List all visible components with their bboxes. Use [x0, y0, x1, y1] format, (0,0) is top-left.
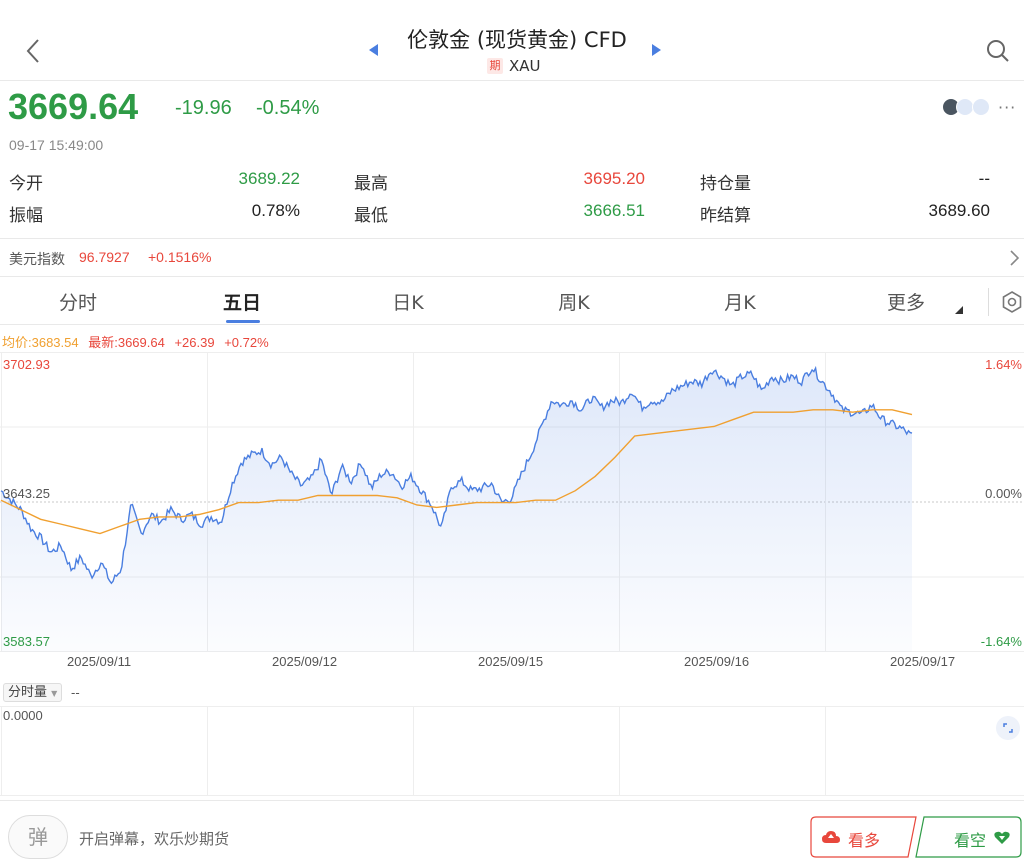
back-button[interactable]	[18, 36, 48, 66]
bearish-button[interactable]: 看空	[914, 816, 1022, 858]
symbol-code: XAU	[509, 57, 541, 75]
amplitude-value: 0.78%	[251, 201, 300, 220]
price-change: -19.96	[175, 97, 232, 119]
pct-axis-mid-label: 0.00%	[985, 486, 1022, 501]
chevron-left-icon	[26, 39, 39, 63]
price-chart[interactable]	[0, 352, 1024, 652]
dollar-index-bar[interactable]: 美元指数 96.7927 +0.1516%	[0, 239, 1024, 276]
search-icon	[987, 40, 1009, 62]
danmaku-toggle-button[interactable]: 弹	[8, 815, 68, 859]
open-interest-value: --	[978, 169, 990, 188]
chart-info-line: 均价:3683.54 最新:3669.64 +26.39 +0.72%	[2, 332, 269, 351]
tab-monthly-k[interactable]: 月K	[690, 288, 790, 315]
avg-price: 均价:3683.54	[2, 335, 79, 350]
date-label: 2025/09/17	[890, 654, 956, 669]
more-dots-icon[interactable]: ···	[998, 98, 1016, 117]
futures-badge: 期	[487, 58, 503, 74]
danmaku-prompt[interactable]: 开启弹幕，欢乐炒期货	[79, 828, 229, 849]
prev-settle-label: 昨结算	[700, 206, 751, 226]
date-label: 2025/09/11	[67, 654, 132, 669]
chart-change: +26.39	[174, 335, 215, 350]
date-label: 2025/09/12	[272, 654, 338, 669]
next-instrument-button[interactable]	[650, 42, 664, 58]
date-label: 2025/09/15	[478, 654, 544, 669]
tab-divider	[988, 288, 989, 316]
tab-daily-k[interactable]: 日K	[358, 288, 458, 315]
pct-axis-top-label: 1.64%	[985, 357, 1022, 372]
danmaku-icon: 弹	[28, 825, 48, 849]
prev-instrument-button[interactable]	[366, 42, 380, 58]
low-value: 3666.51	[583, 201, 645, 220]
bullish-label: 看多	[848, 831, 881, 850]
volume-selector[interactable]: 分时量 ▼	[3, 683, 63, 702]
fullscreen-button[interactable]	[996, 716, 1020, 740]
high-value: 3695.20	[583, 169, 645, 188]
open-interest-label: 持仓量	[700, 174, 751, 194]
bearish-label: 看空	[954, 831, 987, 850]
low-label: 最低	[354, 206, 388, 226]
volume-selector-label: 分时量	[8, 685, 48, 700]
date-label: 2025/09/16	[684, 654, 750, 669]
y-axis-mid-label: 3643.25	[3, 486, 50, 501]
pct-axis-bottom-label: -1.64%	[980, 634, 1022, 649]
amplitude-label: 振幅	[9, 206, 43, 226]
gear-icon	[1002, 291, 1022, 313]
price-change-percent: -0.54%	[256, 97, 320, 119]
expand-icon	[1003, 723, 1013, 733]
high-label: 最高	[354, 174, 388, 194]
chart-change-pct: +0.72%	[224, 335, 269, 350]
tab-five-day[interactable]: 五日	[192, 288, 292, 315]
index-change: +0.1516%	[148, 249, 212, 265]
active-tab-indicator	[226, 320, 260, 323]
heart-down-icon	[994, 831, 1010, 844]
latest-price: 最新:3669.64	[88, 335, 165, 350]
price-area	[1, 368, 912, 652]
open-value: 3689.22	[238, 169, 300, 188]
quote-timestamp: 09-17 15:49:00	[9, 137, 104, 153]
user-avatars[interactable]	[942, 98, 994, 116]
search-button[interactable]	[985, 38, 1011, 64]
volume-value: --	[71, 685, 80, 700]
tab-more[interactable]: 更多	[856, 288, 956, 315]
volume-chart	[0, 706, 1024, 796]
caret-down-icon: ▼	[51, 689, 58, 698]
triangle-left-icon	[369, 44, 378, 56]
prev-settle-value: 3689.60	[928, 201, 990, 220]
avatar	[972, 98, 990, 116]
triangle-right-icon	[652, 44, 661, 56]
cloud-up-icon	[822, 831, 840, 843]
open-label: 今开	[9, 174, 43, 194]
y-axis-top-label: 3702.93	[3, 357, 50, 372]
page-title: 伦敦金 (现货黄金) CFD	[407, 28, 627, 52]
tab-weekly-k[interactable]: 周K	[524, 288, 624, 315]
last-price: 3669.64	[8, 86, 139, 127]
index-value: 96.7927	[79, 249, 130, 265]
chevron-right-icon	[1010, 250, 1020, 266]
chart-settings-button[interactable]	[1000, 290, 1024, 314]
tab-intraday[interactable]: 分时	[28, 288, 128, 315]
y-axis-bottom-label: 3583.57	[3, 634, 50, 649]
bullish-button[interactable]: 看多	[810, 816, 918, 858]
index-label: 美元指数	[9, 252, 65, 268]
dropdown-corner-icon	[955, 306, 963, 314]
